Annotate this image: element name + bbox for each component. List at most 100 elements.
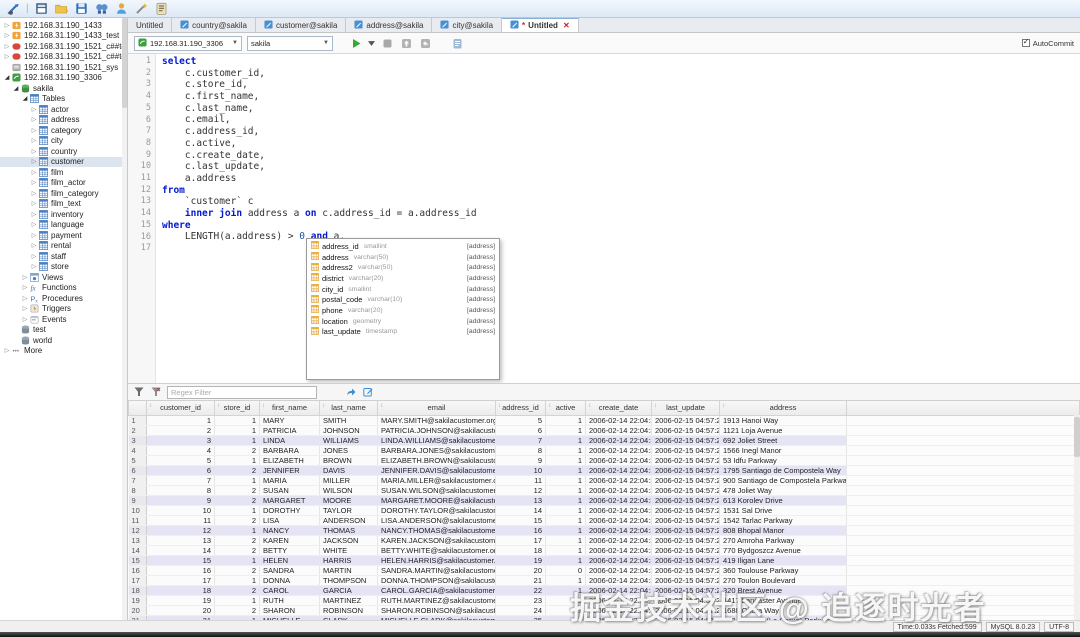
cell-last_update[interactable]: 2006-02-15 04:57:20 bbox=[651, 535, 720, 546]
cell-address[interactable]: 320 Brest Avenue bbox=[719, 585, 847, 596]
wizard-button[interactable] bbox=[135, 2, 149, 16]
cell-create_date[interactable]: 2006-02-14 22:04:36 bbox=[585, 545, 652, 556]
cell-store_id[interactable]: 2 bbox=[214, 585, 260, 596]
cell-address[interactable]: 1795 Santiago de Compostela Way bbox=[719, 465, 847, 476]
cell-address_id[interactable]: 20 bbox=[495, 565, 546, 576]
cell-active[interactable]: 1 bbox=[545, 515, 586, 526]
sort-icon[interactable]: ↕ bbox=[588, 403, 591, 409]
autocommit-checkbox[interactable] bbox=[1021, 37, 1030, 47]
tab-customer-sakila[interactable]: customer@sakila bbox=[255, 18, 347, 32]
cell-address_id[interactable]: 17 bbox=[495, 535, 546, 546]
expand-arrow-icon[interactable]: ▷ bbox=[3, 32, 11, 39]
sidebar-item-inventory[interactable]: ▷ inventory bbox=[0, 209, 127, 220]
cell-customer_id[interactable]: 12 bbox=[146, 525, 215, 536]
sidebar-item-category[interactable]: ▷ category bbox=[0, 125, 127, 136]
tab-country-sakila[interactable]: country@sakila bbox=[172, 18, 256, 32]
filter-funnel-icon[interactable] bbox=[133, 386, 145, 398]
sidebar-item-procedures[interactable]: ▷ Px Procedures bbox=[0, 293, 127, 304]
cell-last_update[interactable]: 2006-02-15 04:57:20 bbox=[651, 415, 720, 426]
table-row[interactable]: 9 9 2 MARGARET MOORE MARGARET.MOORE@sakilacus… bbox=[128, 495, 1080, 506]
column-header-active[interactable]: ↕ active bbox=[545, 401, 586, 416]
cell-store_id[interactable]: 1 bbox=[214, 555, 260, 566]
cell-create_date[interactable]: 2006-02-14 22:04:36 bbox=[585, 465, 652, 476]
cell-email[interactable]: HELEN.HARRIS@sakilacustomer.org bbox=[377, 555, 496, 566]
cell-customer_id[interactable]: 18 bbox=[146, 585, 215, 596]
cell-first_name[interactable]: KAREN bbox=[259, 535, 320, 546]
expand-arrow-icon[interactable]: ▷ bbox=[21, 274, 29, 281]
cell-active[interactable]: 1 bbox=[545, 495, 586, 506]
cell-customer_id[interactable]: 13 bbox=[146, 535, 215, 546]
filter-clear-icon[interactable] bbox=[150, 386, 162, 398]
table-row[interactable]: 19 19 1 RUTH MARTINEZ RUTH.MARTINEZ@sakilacus… bbox=[128, 595, 1080, 606]
cell-address[interactable]: 270 Toulon Boulevard bbox=[719, 575, 847, 586]
cell-address[interactable]: 1566 Inegl Manor bbox=[719, 445, 847, 456]
cell-store_id[interactable]: 2 bbox=[214, 485, 260, 496]
cell-last_name[interactable]: DAVIS bbox=[319, 465, 378, 476]
cell-address_id[interactable]: 15 bbox=[495, 515, 546, 526]
sql-editor[interactable]: 1 2 3 4 5 6 7 8 9 10 11 12 13 14 15 16 17 select c.custo… bbox=[128, 54, 1080, 384]
table-row[interactable]: 7 7 1 MARIA MILLER MARIA.MILLER@sakilacustome… bbox=[128, 475, 1080, 486]
cell-active[interactable]: 1 bbox=[545, 415, 586, 426]
table-row[interactable]: 2 2 1 PATRICIA JOHNSON PATRICIA.JOHNSON@sakil… bbox=[128, 425, 1080, 436]
cell-active[interactable]: 1 bbox=[545, 545, 586, 556]
sidebar-item-film[interactable]: ▷ film bbox=[0, 167, 127, 178]
cell-store_id[interactable]: 1 bbox=[214, 595, 260, 606]
grid-scrollbar-thumb[interactable] bbox=[1074, 417, 1080, 457]
cell-active[interactable]: 1 bbox=[545, 485, 586, 496]
cell-store_id[interactable]: 1 bbox=[214, 525, 260, 536]
cell-email[interactable]: ELIZABETH.BROWN@sakilacustomer.org bbox=[377, 455, 496, 466]
autocomplete-item-district[interactable]: district varchar(20) [address] bbox=[307, 273, 499, 284]
cell-last_update[interactable]: 2006-02-15 04:57:20 bbox=[651, 515, 720, 526]
expand-arrow-icon[interactable]: ▷ bbox=[21, 316, 29, 323]
expand-arrow-icon[interactable]: ▷ bbox=[3, 53, 11, 60]
expand-arrow-icon[interactable]: ▷ bbox=[30, 148, 38, 155]
cell-address_id[interactable]: 5 bbox=[495, 415, 546, 426]
cell-first_name[interactable]: BARBARA bbox=[259, 445, 320, 456]
table-row[interactable]: 5 5 1 ELIZABETH BROWN ELIZABETH.BROWN@sakilac… bbox=[128, 455, 1080, 466]
sort-icon[interactable]: ↕ bbox=[217, 403, 220, 409]
autocommit-toggle[interactable]: AutoCommit bbox=[1021, 37, 1074, 48]
cell-customer_id[interactable]: 20 bbox=[146, 605, 215, 616]
cell-first_name[interactable]: HELEN bbox=[259, 555, 320, 566]
cell-create_date[interactable]: 2006-02-14 22:04:36 bbox=[585, 505, 652, 516]
cell-address_id[interactable]: 23 bbox=[495, 595, 546, 606]
cell-last_name[interactable]: WHITE bbox=[319, 545, 378, 556]
column-header-customer_id[interactable]: ↕ customer_id bbox=[146, 401, 215, 416]
cell-address[interactable]: 360 Toulouse Parkway bbox=[719, 565, 847, 576]
sidebar-item-actor[interactable]: ▷ actor bbox=[0, 104, 127, 115]
table-row[interactable]: 6 6 2 JENNIFER DAVIS JENNIFER.DAVIS@sakilacus… bbox=[128, 465, 1080, 476]
connection-select[interactable]: 192.168.31.190_3306 ▼ bbox=[134, 35, 242, 51]
cell-email[interactable]: MARIA.MILLER@sakilacustomer.org bbox=[377, 475, 496, 486]
table-row[interactable]: 4 4 2 BARBARA JONES BARBARA.JONES@sakilacusto… bbox=[128, 445, 1080, 456]
expand-arrow-icon[interactable]: ▷ bbox=[30, 232, 38, 239]
cell-first_name[interactable]: DOROTHY bbox=[259, 505, 320, 516]
table-row[interactable]: 16 16 2 SANDRA MARTIN SANDRA.MARTIN@sakilacus… bbox=[128, 565, 1080, 576]
sidebar-item-functions[interactable]: ▷ fx Functions bbox=[0, 283, 127, 294]
cell-last_update[interactable]: 2006-02-15 04:57:20 bbox=[651, 585, 720, 596]
cell-last_update[interactable]: 2006-02-15 04:57:20 bbox=[651, 455, 720, 466]
cell-active[interactable]: 1 bbox=[545, 505, 586, 516]
cell-first_name[interactable]: CAROL bbox=[259, 585, 320, 596]
sort-icon[interactable]: ↕ bbox=[722, 403, 725, 409]
sort-icon[interactable]: ↕ bbox=[149, 403, 152, 409]
cell-create_date[interactable]: 2006-02-14 22:04:36 bbox=[585, 445, 652, 456]
autocomplete-item-phone[interactable]: phone varchar(20) [address] bbox=[307, 305, 499, 316]
sidebar-item-triggers[interactable]: ▷ Triggers bbox=[0, 304, 127, 315]
sidebar-scrollbar[interactable] bbox=[122, 18, 127, 620]
cell-create_date[interactable]: 2006-02-14 22:04:36 bbox=[585, 585, 652, 596]
cell-address[interactable]: 1121 Loja Avenue bbox=[719, 425, 847, 436]
cell-email[interactable]: BETTY.WHITE@sakilacustomer.org bbox=[377, 545, 496, 556]
cell-email[interactable]: SANDRA.MARTIN@sakilacustomer.org bbox=[377, 565, 496, 576]
sort-icon[interactable]: ↕ bbox=[548, 403, 551, 409]
cell-first_name[interactable]: RUTH bbox=[259, 595, 320, 606]
database-select[interactable]: sakila ▼ bbox=[247, 35, 333, 51]
cell-store_id[interactable]: 1 bbox=[214, 575, 260, 586]
cell-last_name[interactable]: JONES bbox=[319, 445, 378, 456]
cell-last_update[interactable]: 2006-02-15 04:57:20 bbox=[651, 425, 720, 436]
collapse-arrow-icon[interactable]: ◢ bbox=[21, 95, 29, 102]
cell-create_date[interactable]: 2006-02-14 22:04:36 bbox=[585, 435, 652, 446]
cell-customer_id[interactable]: 15 bbox=[146, 555, 215, 566]
sort-icon[interactable]: ↕ bbox=[498, 403, 501, 409]
cell-customer_id[interactable]: 8 bbox=[146, 485, 215, 496]
column-header-first_name[interactable]: ↕ first_name bbox=[259, 401, 320, 416]
